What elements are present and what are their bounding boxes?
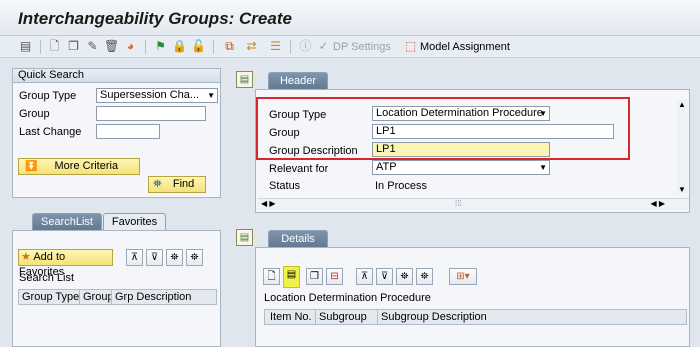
scroll-up-icon[interactable]: ▲ <box>678 100 686 109</box>
horizontal-scrollbar[interactable]: ◀ ▶ ⁞⁞⁞ ◀ ▶ <box>257 198 689 210</box>
filter-icon[interactable]: ⊽ <box>376 268 393 285</box>
scroll-down-icon[interactable]: ▼ <box>678 185 686 194</box>
tab-header[interactable]: Header <box>268 72 328 90</box>
details-panel: 🗋 ▤ ❐ ⊟ ⊼ ⊽ ⛯ ⛯ ⊞▾ Location Determinatio… <box>255 247 690 347</box>
copy-icon[interactable]: ❐ <box>66 39 81 54</box>
star-icon: ★ <box>21 251 31 263</box>
dp-settings-button[interactable]: DP Settings <box>333 41 391 53</box>
chevron-down-icon: ▼ <box>207 91 215 100</box>
table-settings-icon[interactable]: ⊞▾ <box>449 268 477 285</box>
group-type-select[interactable]: Supersession Cha... ▼ <box>96 88 218 103</box>
search-icon[interactable]: ⛯ <box>166 249 183 266</box>
refresh-icon[interactable]: ◕ <box>123 39 138 54</box>
add-to-favorites-button[interactable]: ★ Add to Favorites <box>18 249 113 278</box>
column-header-group-type[interactable]: Group Type <box>18 289 80 305</box>
toolbar-separator <box>213 40 214 54</box>
column-header-group[interactable]: Group <box>79 289 114 305</box>
tab-favorites[interactable]: Favorites <box>103 213 166 231</box>
chevron-down-icon: ▼ <box>539 163 547 172</box>
delete-row-icon[interactable]: ⊟ <box>326 268 343 285</box>
title-bar: Interchangeability Groups: Create <box>0 0 700 36</box>
toolbar-separator <box>290 40 291 54</box>
search-next-icon[interactable]: ⛯ <box>416 268 433 285</box>
details-section-title: Location Determination Procedure <box>264 292 431 304</box>
group-input[interactable] <box>96 106 206 121</box>
page-title: Interchangeability Groups: Create <box>18 9 292 28</box>
quick-search-title: Quick Search <box>13 69 220 83</box>
edit-icon[interactable]: ✎ <box>85 39 100 54</box>
lock-icon[interactable]: 🔒 <box>172 39 187 54</box>
scroll-grip-icon[interactable]: ⁞⁞⁞ <box>455 199 462 208</box>
column-header-grp-description[interactable]: Grp Description <box>111 289 217 305</box>
filter-icon[interactable]: ⊽ <box>146 249 163 266</box>
collapse-details-icon[interactable]: ▤ <box>236 229 253 246</box>
tab-searchlist[interactable]: SearchList <box>32 213 102 231</box>
align-top-icon[interactable]: ⊼ <box>126 249 143 266</box>
align-top-icon[interactable]: ⊼ <box>356 268 373 285</box>
dp-settings-icon: ✓ <box>318 39 329 53</box>
group-label: Group <box>19 108 50 120</box>
relevant-for-label: Relevant for <box>269 163 329 175</box>
document-list-icon[interactable]: ☰ <box>268 39 283 54</box>
group-type-label: Group Type <box>19 90 77 102</box>
flag-icon[interactable]: ⚑ <box>153 39 168 54</box>
unlock-icon[interactable]: 🔓 <box>191 39 206 54</box>
highlight-box <box>256 97 630 160</box>
scroll-left-icon[interactable]: ◀ ▶ <box>261 199 276 208</box>
quick-search-panel: Quick Search Group Type Supersession Cha… <box>12 68 221 198</box>
search-list-panel: ★ Add to Favorites ⊼ ⊽ ⛯ ⛯ Search List G… <box>12 230 221 347</box>
binoculars-icon: ⛯ <box>153 178 162 190</box>
model-assignment-button[interactable]: Model Assignment <box>420 41 510 53</box>
group-type-value: Supersession Cha... <box>100 89 200 101</box>
new-document-icon[interactable]: 🗋 <box>47 39 62 54</box>
application-toolbar: ▤ 🗋 ❐ ✎ 🗑 ◕ ⚑ 🔒 🔓 ⧉ ⇄ ☰ ⓘ ✓ DP Settings … <box>0 36 700 58</box>
search-list-title: Search List <box>19 272 75 284</box>
column-header-item-no[interactable]: Item No. <box>267 309 316 325</box>
last-change-label: Last Change <box>19 126 82 138</box>
column-header-subgroup-description[interactable]: Subgroup Description <box>377 309 687 325</box>
column-header-subgroup[interactable]: Subgroup <box>315 309 378 325</box>
relevant-for-select[interactable]: ATP ▼ <box>372 160 550 175</box>
double-chevron-down-icon: ⏬ <box>25 161 38 172</box>
relevant-for-value: ATP <box>376 161 397 173</box>
status-value: In Process <box>375 180 427 192</box>
toolbar-separator <box>40 40 41 54</box>
vertical-scrollbar[interactable]: ▲ ▼ <box>677 100 688 194</box>
more-criteria-button[interactable]: ⏬ More Criteria <box>18 158 140 175</box>
search-icon[interactable]: ⛯ <box>396 268 413 285</box>
transfer-icon[interactable]: ⇄ <box>244 39 259 54</box>
layout-icon[interactable]: ▤ <box>18 39 33 54</box>
search-next-icon[interactable]: ⛯ <box>186 249 203 266</box>
collapse-panel-icon[interactable]: ▤ <box>236 71 253 88</box>
toolbar-separator <box>145 40 146 54</box>
insert-row-icon[interactable]: ▤ <box>283 266 300 288</box>
tab-details[interactable]: Details <box>268 230 328 248</box>
info-icon[interactable]: ⓘ <box>298 39 313 54</box>
model-assignment-icon: ⬚ <box>404 39 417 53</box>
delete-icon[interactable]: 🗑 <box>104 39 119 54</box>
more-criteria-label: More Criteria <box>54 160 119 172</box>
last-change-input[interactable] <box>96 124 160 139</box>
new-item-icon[interactable]: 🗋 <box>263 268 280 285</box>
find-button[interactable]: ⛯ Find <box>148 176 206 193</box>
hierarchy-icon[interactable]: ⧉ <box>222 39 237 54</box>
status-label: Status <box>269 180 301 192</box>
copy-row-icon[interactable]: ❐ <box>306 268 323 285</box>
scroll-right-icon[interactable]: ◀ ▶ <box>650 199 665 208</box>
find-label: Find <box>172 178 195 190</box>
